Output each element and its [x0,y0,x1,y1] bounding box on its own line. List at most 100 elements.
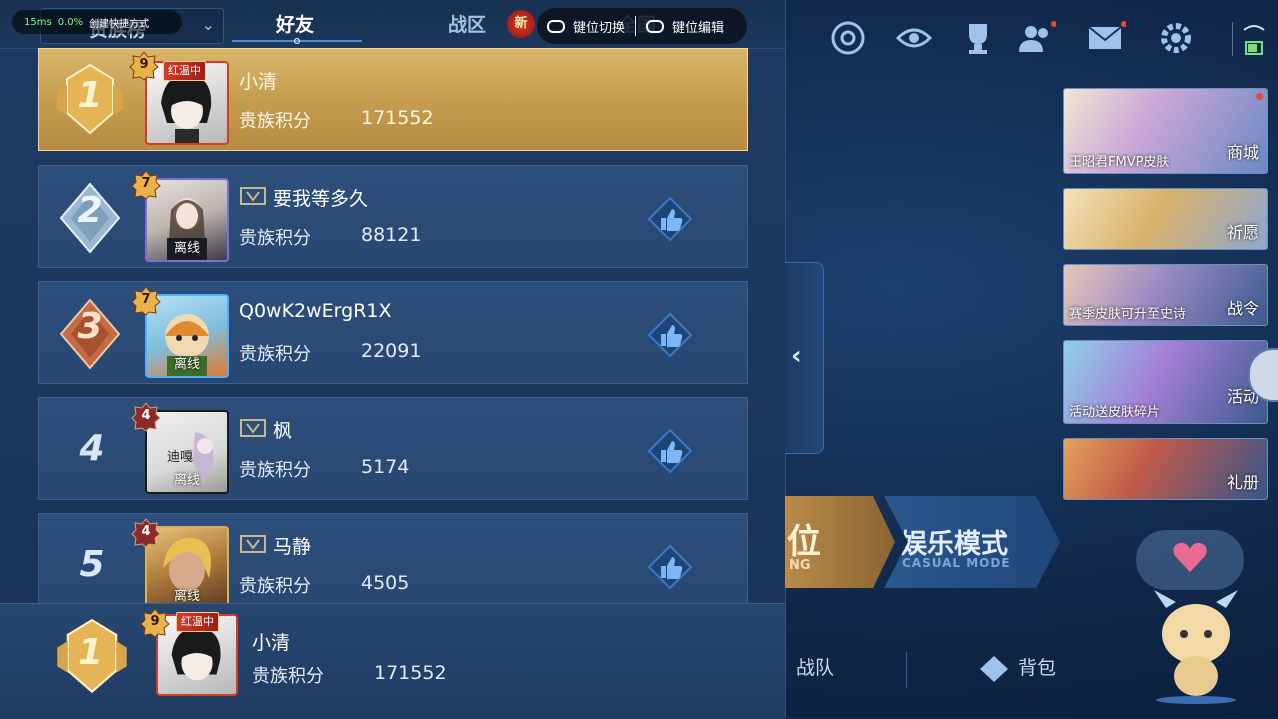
shop-label: 商城 [1226,143,1259,162]
thumbs-up-icon[interactable] [647,428,693,474]
score-value: 88121 [361,224,422,246]
score-label: 贵族积分 [239,228,311,249]
noble-flag-icon [240,535,266,553]
mail-icon[interactable] [1086,18,1126,58]
level-number: 4 [141,408,151,423]
level-number-wrap: 4 [131,518,161,548]
player-name: 小清 [239,71,278,93]
gear-icon[interactable] [1156,18,1196,58]
level-number-wrap: 4 [131,402,161,432]
ranking-panel: 贵族榜 ⌄ 好友 战区 全国 新 键位切换 键位编辑 15ms 0.0% 创建快… [0,0,786,719]
ranking-row[interactable]: 1 9 红温中 小清 贵族积分 171552 [38,48,748,151]
friends-icon[interactable] [1016,18,1056,58]
offline-status: 离线 [173,357,200,372]
score-value: 4505 [361,572,410,594]
gamepad-icon [547,19,565,33]
wifi-battery-icon [1243,25,1265,55]
my-status-tag: 红温中 [176,612,219,632]
offline-status: 离线 [173,589,200,604]
thumbs-up-icon[interactable] [647,544,693,590]
ranking-topbar: 贵族榜 ⌄ 好友 战区 全国 新 键位切换 键位编辑 15ms 0.0% 创建快… [0,0,785,49]
rank-number: 2 [77,190,103,231]
key-switch-label: 键位切换 [573,20,626,36]
wish-label: 祈愿 [1226,223,1259,242]
loss-readout: 0.0% [57,16,84,28]
key-mapping-bar: 键位切换 键位编辑 [537,8,747,44]
eye-icon[interactable] [894,18,934,58]
rank-number: 4 [79,428,105,469]
noble-flag-icon [240,419,266,437]
battle-pass-label: 战令 [1226,299,1259,318]
ranked-mode-sub: NG [789,558,811,573]
ranking-row[interactable]: 2 离线 7 要我等多久 贵族积分 88121 [38,165,748,268]
key-switch-button[interactable]: 键位切换 [537,17,635,36]
gift-book-label: 礼册 [1226,473,1259,492]
my-rank-number: 1 [78,632,104,673]
my-score-label: 贵族积分 [252,666,324,687]
tab-active-underline [232,38,362,44]
tab-region[interactable]: 战区 [448,10,486,37]
score-label: 贵族积分 [239,344,311,365]
key-edit-button[interactable]: 键位编辑 [636,17,734,36]
casual-mode-sub: CASUAL MODE [902,556,1011,570]
player-name: 枫 [273,420,293,442]
rank-number: 1 [77,75,103,116]
score-label: 贵族积分 [239,576,311,597]
perf-hud: 15ms 0.0% 创建快捷方式 [12,10,182,34]
gamepad-icon [646,19,665,33]
thumbs-up-icon[interactable] [647,196,693,242]
my-level-number: 9 [150,614,160,629]
tab-friends[interactable]: 好友 [276,10,314,37]
score-value: 171552 [361,107,434,129]
thumbs-up-icon[interactable] [647,312,693,358]
level-number-wrap: 9 [129,51,159,81]
mascot-icon[interactable] [1146,584,1246,704]
nav-divider [906,652,907,688]
offline-status: 离线 [173,473,200,488]
ping-readout: 15ms [24,16,52,28]
heart-icon[interactable] [1172,540,1208,574]
events-subtitle: 活动送皮肤碎片 [1069,405,1161,420]
level-number: 4 [141,524,151,539]
score-value: 22091 [361,340,422,362]
player-name: 要我等多久 [273,188,369,210]
player-name: Q0wK2wErgR1X [239,300,392,322]
ranking-row[interactable]: 3 离线 7 Q0wK2wErgR1X 贵族积分 22091 [38,281,748,384]
ranking-row[interactable]: 5 离线 4 马静 贵族积分 4505 [38,513,748,616]
chevron-left-icon: ‹ [791,341,802,371]
team-nav-button[interactable]: 战队 [796,653,834,680]
bag-nav-button[interactable]: 背包 [1018,653,1056,680]
ranked-mode-label: 位 [787,522,821,562]
score-label: 贵族积分 [239,460,311,481]
rank-number: 3 [77,306,103,347]
events-card[interactable]: 活动送皮肤碎片 活动 [1063,340,1268,424]
player-name: 马静 [273,536,312,558]
ranked-mode-button[interactable]: 位 NG [785,496,895,588]
my-score-value: 171552 [374,662,447,684]
level-number-wrap: 7 [131,170,161,200]
new-badge: 新 [507,10,535,38]
my-rank-bar: 1 9 红温中 小清 贵族积分 171552 [0,603,785,719]
avatar-caption: 迪嘎 [167,450,194,465]
shop-card[interactable]: 王昭君FMVP皮肤 商城 [1063,88,1268,174]
battle-pass-card[interactable]: 赛季皮肤可升至史诗 战令 [1063,264,1268,326]
status-tag: 红温中 [163,61,206,81]
shortcut-hint[interactable]: 创建快捷方式 [89,15,149,30]
level-number: 7 [141,176,151,191]
backpack-icon [980,656,1008,682]
topbar-divider [1232,22,1233,56]
target-icon[interactable] [828,18,868,58]
level-number-wrap: 7 [131,286,161,316]
offline-status: 离线 [173,241,200,256]
ranking-row[interactable]: 4 迪嘎 离线 4 枫 贵族积分 5174 [38,397,748,500]
wish-card[interactable]: 祈愿 [1063,188,1268,250]
noble-flag-icon [240,187,266,205]
gift-book-card[interactable]: 礼册 [1063,438,1268,500]
collapse-panel-tab[interactable]: ‹ [785,262,824,454]
my-name: 小清 [252,632,291,654]
trophy-icon[interactable] [958,18,998,58]
battle-pass-subtitle: 赛季皮肤可升至史诗 [1069,307,1187,322]
notification-dot [1256,93,1263,100]
key-edit-label: 键位编辑 [672,20,725,36]
score-label: 贵族积分 [239,111,311,132]
